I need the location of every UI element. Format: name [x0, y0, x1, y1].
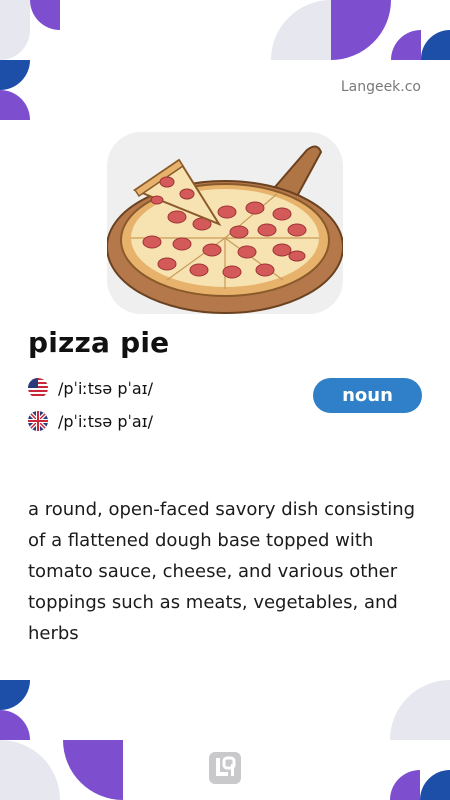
decor-shape	[271, 0, 331, 60]
definition-text: a round, open-faced savory dish consisti…	[28, 499, 416, 644]
decor-shape	[0, 0, 30, 60]
langeek-logo-icon	[209, 752, 241, 784]
pronunciation-us[interactable]: /pˈiːtsə pˈaɪ/	[28, 378, 153, 398]
decor-shape	[0, 740, 60, 800]
us-flag-icon	[28, 378, 48, 398]
pronunciation-uk-text: /pˈiːtsə pˈaɪ/	[58, 411, 154, 431]
decor-shape	[420, 770, 450, 800]
decor-shape	[63, 740, 123, 800]
pronunciation-uk[interactable]: /pˈiːtsə pˈaɪ/	[28, 411, 153, 431]
part-of-speech-badge: noun	[313, 378, 422, 413]
decor-shape	[0, 90, 30, 120]
decor-shape	[0, 680, 30, 710]
decor-shape	[0, 60, 30, 90]
decor-shape	[0, 710, 30, 740]
decor-shape	[421, 30, 450, 60]
decor-shape	[391, 30, 421, 60]
word-title: pizza pie	[28, 326, 170, 359]
decor-shape	[390, 680, 450, 740]
decor-shape	[30, 0, 60, 30]
decor-shape	[331, 0, 391, 60]
pronunciation-us-text: /pˈiːtsə pˈaɪ/	[58, 378, 154, 398]
decor-shape	[390, 770, 420, 800]
uk-flag-icon	[28, 411, 48, 431]
word-illustration	[107, 132, 343, 314]
brand-label: Langeek.co	[340, 79, 421, 95]
pizza-illustration	[107, 145, 343, 314]
